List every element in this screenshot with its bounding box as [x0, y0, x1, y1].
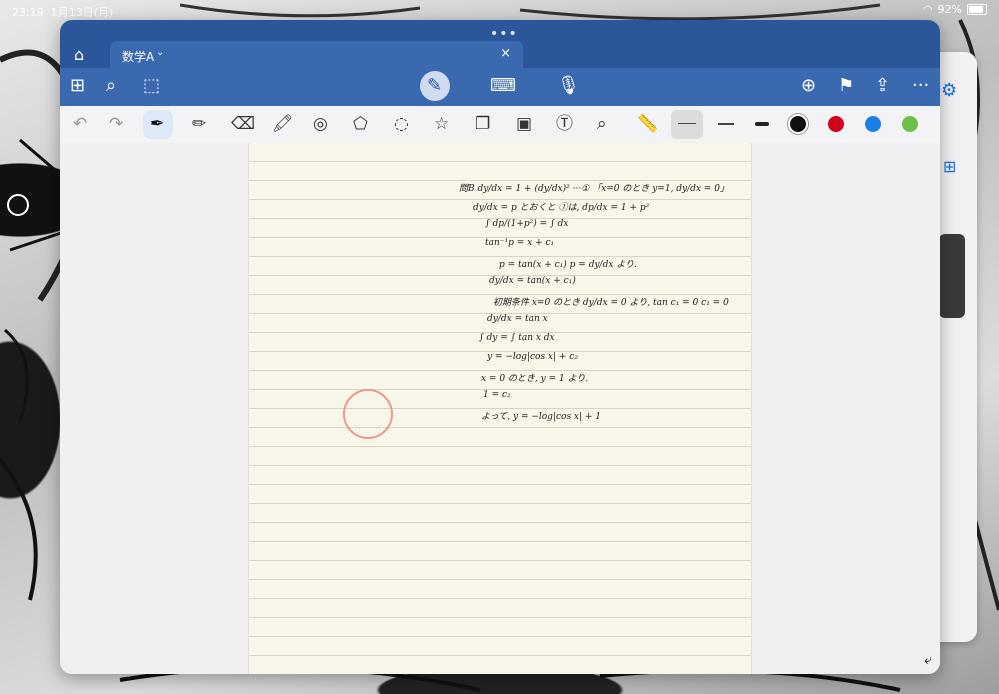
- medium-stroke-option[interactable]: [718, 123, 734, 125]
- thin-line: [678, 123, 696, 124]
- background-panel: [939, 234, 965, 318]
- color-green[interactable]: [902, 116, 918, 132]
- keyboard-icon[interactable]: ⌨: [490, 76, 516, 96]
- eraser-icon[interactable]: ⌫: [231, 114, 255, 134]
- lined-paper[interactable]: 問B dy/dx = 1 + (dy/dx)² ···① 「x=0 のとき y=…: [248, 143, 752, 674]
- note-line: 初期条件 x=0 のとき dy/dx = 0 より, tan c₁ = 0 c₁…: [493, 298, 729, 308]
- color-blue[interactable]: [865, 116, 881, 132]
- note-line: x = 0 のとき, y = 1 より.: [481, 374, 589, 384]
- drawing-toolbar: ↶ ↷ ✒ ✏ ⌫ 🖍 ◎ ⬠ ◌ ☆ ❐ ▣ Ⓣ ⌕ 📏: [60, 106, 940, 144]
- image-search-icon[interactable]: ⌕: [597, 114, 607, 134]
- chevron-down-icon[interactable]: ⌄: [156, 47, 164, 58]
- textbox-icon[interactable]: Ⓣ: [556, 114, 573, 134]
- window-grip[interactable]: •••: [490, 26, 518, 42]
- status-time: 23:19 1月13日(月): [12, 6, 114, 19]
- note-line: dy/dx = tan(x + c₁): [489, 276, 576, 286]
- note-canvas[interactable]: 問B dy/dx = 1 + (dy/dx)² ···① 「x=0 のとき y=…: [60, 143, 940, 674]
- handwritten-notes: 問B dy/dx = 1 + (dy/dx)² ···① 「x=0 のとき y=…: [459, 177, 759, 437]
- pen-icon: ✒: [150, 114, 165, 134]
- tab-notebook[interactable]: 数学A ⌄ ×: [110, 41, 523, 68]
- note-line: tan⁻¹p = x + c₁: [485, 238, 555, 248]
- status-bar: 23:19 1月13日(月) ◠ 92%: [0, 0, 999, 20]
- undo-icon[interactable]: ↶: [73, 114, 87, 134]
- circle-annotation: [343, 389, 393, 439]
- sticker-icon[interactable]: ❐: [475, 114, 490, 134]
- main-toolbar: ⊞ ⌕ ⬚ ✎ ⌨ 🎙 ⊕ ⚑ ⇪ ···: [60, 68, 940, 106]
- lasso-icon[interactable]: ◌: [394, 114, 409, 134]
- battery-icon: [967, 4, 987, 15]
- pen-tool[interactable]: ✒: [143, 110, 173, 139]
- title-bar: ••• ⌂ 数学A ⌄ ×: [60, 20, 940, 68]
- more-icon[interactable]: ···: [912, 76, 929, 96]
- home-icon[interactable]: ⌂: [74, 45, 84, 64]
- highlighter-icon[interactable]: 🖍: [272, 114, 294, 134]
- grid-icon[interactable]: ⊞: [70, 76, 85, 96]
- favorites-icon[interactable]: ☆: [434, 114, 449, 134]
- share-icon[interactable]: ⇪: [875, 76, 890, 96]
- battery-percent: 92%: [937, 3, 962, 16]
- redo-icon[interactable]: ↷: [109, 114, 123, 134]
- lasso-select-icon[interactable]: ⬚: [143, 76, 160, 96]
- note-line: 問B dy/dx = 1 + (dy/dx)² ···① 「x=0 のとき y=…: [459, 184, 730, 194]
- pen-mode-button[interactable]: ✎: [420, 71, 450, 101]
- ruler-icon[interactable]: 📏: [637, 114, 658, 134]
- shape-icon[interactable]: ◎: [313, 114, 328, 134]
- thin-stroke-option[interactable]: [671, 110, 703, 139]
- microphone-icon[interactable]: 🎙: [557, 76, 580, 96]
- add-page-icon[interactable]: ⊕: [801, 76, 816, 96]
- note-line: ∫ dp/(1+p²) = ∫ dx: [485, 219, 569, 229]
- close-tab-button[interactable]: ×: [500, 46, 511, 61]
- color-red[interactable]: [828, 116, 844, 132]
- color-black[interactable]: [790, 116, 806, 132]
- image-icon[interactable]: ▣: [516, 114, 532, 134]
- pencil-hover-indicator: ⤶: [924, 652, 932, 668]
- search-icon[interactable]: ⌕: [106, 76, 116, 96]
- bookmark-icon[interactable]: ⚑: [838, 76, 854, 96]
- note-line: dy/dx = tan x: [487, 314, 548, 324]
- tab-title: 数学A: [122, 50, 155, 64]
- note-line: y = −log|cos x| + c₂: [487, 352, 578, 362]
- pen-mode-icon: ✎: [427, 75, 443, 96]
- note-line: よって, y = −log|cos x| + 1: [481, 412, 602, 422]
- note-line: dy/dx = p とおくと ①は, dp/dx = 1 + p²: [473, 203, 650, 213]
- pencil-icon[interactable]: ✏: [192, 114, 206, 134]
- thick-stroke-option[interactable]: [755, 122, 769, 126]
- shape-recognition-icon[interactable]: ⬠: [353, 114, 368, 134]
- app-window: ••• ⌂ 数学A ⌄ × ⊞ ⌕ ⬚ ✎ ⌨ 🎙 ⊕ ⚑ ⇪ ··· ↶ ↷ …: [60, 20, 940, 674]
- note-line: 1 = c₂: [483, 390, 511, 400]
- note-line: p = tan(x + c₁) p = dy/dx より.: [499, 260, 637, 270]
- gear-icon[interactable]: ⚙: [941, 80, 957, 101]
- grid-icon[interactable]: ⊞: [943, 157, 956, 176]
- wifi-icon: ◠: [922, 3, 933, 16]
- note-line: ∫ dy = ∫ tan x dx: [479, 333, 555, 343]
